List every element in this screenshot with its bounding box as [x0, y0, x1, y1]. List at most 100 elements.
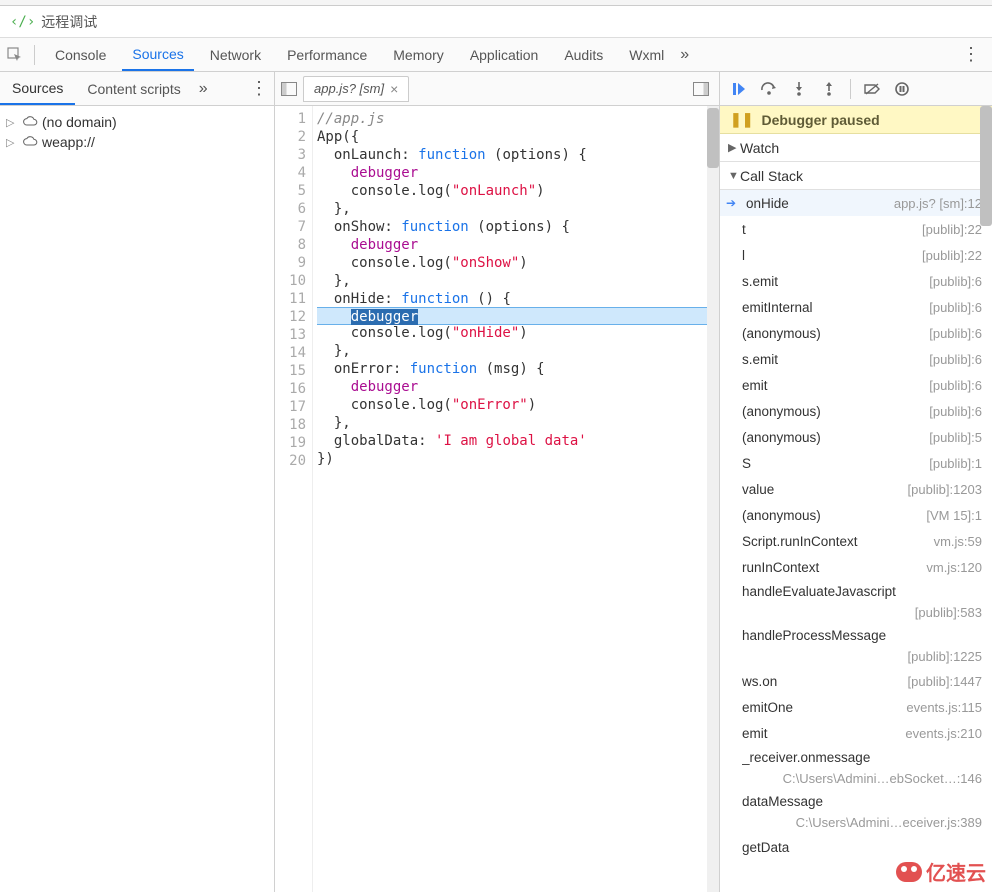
tree-item[interactable]: ▷weapp:// — [4, 132, 270, 152]
callstack-frame[interactable]: (anonymous)[VM 15]:1 — [720, 502, 992, 528]
frame-location[interactable]: events.js:115 — [906, 700, 982, 715]
deactivate-breakpoints-button[interactable] — [859, 76, 885, 102]
frame-location[interactable]: [publib]:6 — [929, 274, 982, 289]
code-content[interactable]: //app.jsApp({ onLaunch: function (option… — [313, 106, 719, 892]
code-line[interactable]: console.log("onShow") — [317, 254, 719, 272]
frame-location[interactable]: [publib]:1447 — [908, 674, 982, 689]
left-tab-sources[interactable]: Sources — [0, 72, 75, 105]
callstack-frame[interactable]: ➔onHideapp.js? [sm]:12 — [720, 190, 992, 216]
callstack-frame[interactable]: emitOneevents.js:115 — [720, 694, 992, 720]
tab-audits[interactable]: Audits — [554, 38, 613, 71]
frame-location[interactable]: [publib]:6 — [929, 404, 982, 419]
step-into-button[interactable] — [786, 76, 812, 102]
code-line[interactable]: onLaunch: function (options) { — [317, 146, 719, 164]
file-tab[interactable]: app.js? [sm] × — [303, 76, 409, 102]
code-line[interactable]: }, — [317, 342, 719, 360]
code-line[interactable]: debugger — [317, 164, 719, 182]
tabs-overflow-icon[interactable]: » — [674, 46, 695, 64]
callstack-frame[interactable]: (anonymous)[publib]:5 — [720, 424, 992, 450]
code-line[interactable]: onError: function (msg) { — [317, 360, 719, 378]
toggle-debugger-icon[interactable] — [691, 79, 711, 99]
callstack-frame[interactable]: emitevents.js:210 — [720, 720, 992, 746]
frame-location[interactable]: [publib]:1203 — [908, 482, 982, 497]
code-line[interactable]: console.log("onHide") — [317, 324, 719, 342]
callstack-frame[interactable]: l[publib]:22 — [720, 242, 992, 268]
devtools-menu-icon[interactable]: ⋮ — [956, 44, 986, 65]
close-icon[interactable]: × — [390, 81, 398, 97]
code-editor[interactable]: 1234567891011121314151617181920 //app.js… — [275, 106, 719, 892]
code-line[interactable]: onHide: function () { — [317, 290, 719, 308]
code-line[interactable]: }, — [317, 414, 719, 432]
tab-sources[interactable]: Sources — [122, 38, 193, 71]
frame-location[interactable]: C:\Users\Admini…eceiver.js:389 — [742, 815, 982, 830]
code-line[interactable]: onShow: function (options) { — [317, 218, 719, 236]
tree-item[interactable]: ▷(no domain) — [4, 112, 270, 132]
frame-location[interactable]: [publib]:5 — [929, 430, 982, 445]
frame-location[interactable]: vm.js:120 — [926, 560, 982, 575]
right-scrollbar[interactable] — [980, 106, 992, 892]
resume-button[interactable] — [726, 76, 752, 102]
toggle-navigator-icon[interactable] — [279, 79, 299, 99]
frame-location[interactable]: [publib]:1 — [929, 456, 982, 471]
code-line[interactable]: debugger — [317, 236, 719, 254]
callstack-frame[interactable]: (anonymous)[publib]:6 — [720, 320, 992, 346]
callstack-frame[interactable]: (anonymous)[publib]:6 — [720, 398, 992, 424]
scrollbar-thumb[interactable] — [707, 108, 719, 168]
editor-scrollbar[interactable] — [707, 106, 719, 892]
frame-location[interactable]: [publib]:6 — [929, 300, 982, 315]
frame-location[interactable]: [publib]:1225 — [742, 649, 982, 664]
callstack-frame[interactable]: S[publib]:1 — [720, 450, 992, 476]
pause-on-exceptions-button[interactable] — [889, 76, 915, 102]
frame-location[interactable]: [publib]:6 — [929, 326, 982, 341]
left-tab-content-scripts[interactable]: Content scripts — [75, 72, 192, 105]
frame-location[interactable]: vm.js:59 — [934, 534, 982, 549]
callstack-frame[interactable]: s.emit[publib]:6 — [720, 268, 992, 294]
inspect-icon[interactable] — [6, 46, 24, 64]
scrollbar-thumb[interactable] — [980, 106, 992, 226]
frame-location[interactable]: [publib]:6 — [929, 352, 982, 367]
step-over-button[interactable] — [756, 76, 782, 102]
frame-location[interactable]: app.js? [sm]:12 — [894, 196, 982, 211]
step-out-button[interactable] — [816, 76, 842, 102]
callstack-frame[interactable]: runInContextvm.js:120 — [720, 554, 992, 580]
code-line[interactable]: debugger — [317, 307, 719, 325]
callstack-section-header[interactable]: ▼ Call Stack — [720, 162, 992, 190]
callstack-frame[interactable]: value[publib]:1203 — [720, 476, 992, 502]
frame-location[interactable]: [publib]:22 — [922, 248, 982, 263]
frame-location[interactable]: C:\Users\Admini…ebSocket…:146 — [742, 771, 982, 786]
code-line[interactable]: globalData: 'I am global data' — [317, 432, 719, 450]
tab-console[interactable]: Console — [45, 38, 116, 71]
left-tabs-overflow-icon[interactable]: » — [193, 80, 214, 98]
frame-location[interactable]: [VM 15]:1 — [926, 508, 982, 523]
callstack-frame[interactable]: getData — [720, 834, 992, 860]
tab-performance[interactable]: Performance — [277, 38, 377, 71]
callstack-frame[interactable]: emit[publib]:6 — [720, 372, 992, 398]
frame-location[interactable]: [publib]:583 — [742, 605, 982, 620]
code-line[interactable]: console.log("onError") — [317, 396, 719, 414]
callstack-frame[interactable]: t[publib]:22 — [720, 216, 992, 242]
frame-location[interactable]: [publib]:6 — [929, 378, 982, 393]
tab-application[interactable]: Application — [460, 38, 549, 71]
code-line[interactable]: console.log("onLaunch") — [317, 182, 719, 200]
callstack-frame[interactable]: handleEvaluateJavascript[publib]:583 — [720, 580, 992, 624]
watch-section-header[interactable]: ▶ Watch — [720, 134, 992, 162]
frame-location[interactable]: [publib]:22 — [922, 222, 982, 237]
code-line[interactable]: }, — [317, 272, 719, 290]
frame-location[interactable]: events.js:210 — [905, 726, 982, 741]
tab-network[interactable]: Network — [200, 38, 271, 71]
callstack-frame[interactable]: Script.runInContextvm.js:59 — [720, 528, 992, 554]
callstack-frame[interactable]: ws.on[publib]:1447 — [720, 668, 992, 694]
callstack-frame[interactable]: _receiver.onmessageC:\Users\Admini…ebSoc… — [720, 746, 992, 790]
code-line[interactable]: App({ — [317, 128, 719, 146]
code-line[interactable]: //app.js — [317, 110, 719, 128]
code-line[interactable]: debugger — [317, 378, 719, 396]
tab-memory[interactable]: Memory — [383, 38, 454, 71]
code-line[interactable]: }) — [317, 450, 719, 468]
callstack-frame[interactable]: handleProcessMessage[publib]:1225 — [720, 624, 992, 668]
callstack-frame[interactable]: emitInternal[publib]:6 — [720, 294, 992, 320]
code-line[interactable]: }, — [317, 200, 719, 218]
callstack-frame[interactable]: dataMessageC:\Users\Admini…eceiver.js:38… — [720, 790, 992, 834]
left-pane-menu-icon[interactable]: ⋮ — [244, 78, 274, 99]
tab-wxml[interactable]: Wxml — [619, 38, 674, 71]
callstack-frame[interactable]: s.emit[publib]:6 — [720, 346, 992, 372]
